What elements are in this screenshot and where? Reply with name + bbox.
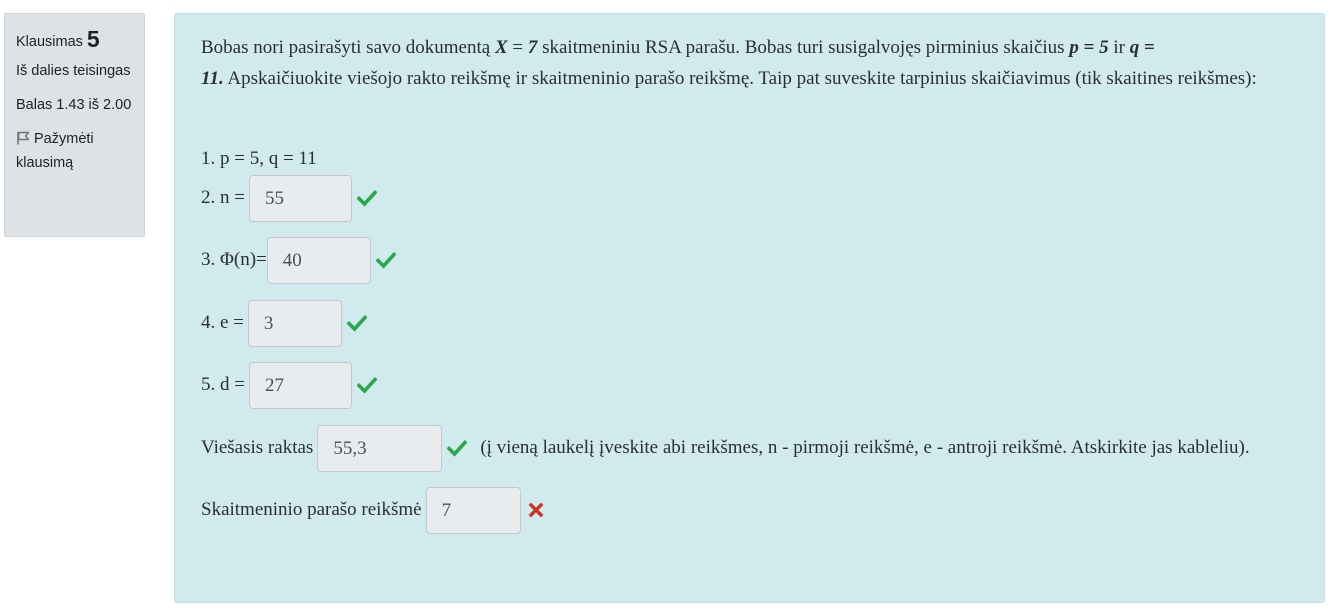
flag-question-link[interactable]: Pažymėti klausimą [16, 127, 134, 175]
question-number: 5 [86, 26, 100, 52]
question-text-part: Apskaičiuokite viešojo rakto reikšmę ir … [223, 68, 1257, 89]
question-grade: Balas 1.43 iš 2.00 [16, 97, 132, 113]
value-x: 7 [527, 37, 538, 58]
question-content: Bobas nori pasirašyti savo dokumentą X =… [174, 13, 1325, 603]
signature-answer-field[interactable]: 7 [425, 486, 521, 534]
step-2: 2. n = 55 [201, 174, 377, 222]
phi-answer-field[interactable]: 40 [266, 236, 371, 284]
correct-check-icon [356, 189, 377, 207]
variable-p: p [1069, 37, 1079, 58]
public-key-label: Viešasis raktas [201, 437, 314, 458]
public-key-answer-field[interactable]: 55,3 [317, 424, 443, 472]
correct-check-icon [356, 376, 377, 394]
variable-q: q [1129, 37, 1140, 58]
step-5: 5. d = 27 [201, 361, 377, 409]
question-text-part: Bobas nori pasirašyti savo dokumentą [201, 37, 495, 58]
step-4-label: 4. e = [201, 312, 244, 333]
equals-sign: = [1139, 37, 1155, 58]
flag-icon [16, 129, 30, 145]
step-2-label: 2. n = [201, 187, 245, 208]
step-5-label: 5. d = [201, 374, 245, 395]
step-3: 3. Φ(n)= 40 [201, 236, 396, 284]
signature-row: Skaitmeninio parašo reikšmė 7 [201, 486, 545, 534]
signature-label: Skaitmeninio parašo reikšmė [201, 499, 422, 520]
public-key-row: Viešasis raktas 55,3 (į vieną laukelį įv… [201, 424, 1250, 472]
public-key-hint: (į vieną laukelį įveskite abi reikšmes, … [480, 437, 1250, 458]
question-text: Bobas nori pasirašyti savo dokumentą X =… [201, 32, 1311, 94]
step-1-text: 1. p = 5, q = 11 [201, 148, 317, 169]
question-number-line: Klausimas 5 [16, 24, 134, 57]
equals-sign: = [1078, 37, 1100, 58]
correct-check-icon [375, 251, 396, 269]
question-state: Iš dalies teisingas [16, 63, 131, 79]
question-label: Klausimas [16, 34, 83, 50]
correct-check-icon [447, 439, 468, 457]
step-3-label: 3. Φ(n)= [201, 249, 267, 270]
question-text-part: skaitmeniniu RSA parašu. Bobas turi susi… [537, 37, 1070, 58]
step-4: 4. e = 3 [201, 299, 367, 347]
value-q: 11. [201, 68, 224, 89]
e-answer-field[interactable]: 3 [247, 299, 342, 347]
question-text-part: ir [1108, 37, 1130, 58]
variable-x: X [494, 37, 508, 58]
value-p: 5 [1099, 37, 1109, 58]
question-info-panel: Klausimas 5 Iš dalies teisingas Balas 1.… [4, 13, 145, 237]
incorrect-cross-icon [528, 502, 543, 518]
equals-sign: = [507, 37, 528, 58]
correct-check-icon [346, 314, 367, 332]
d-answer-field[interactable]: 27 [248, 361, 352, 409]
n-answer-field[interactable]: 55 [248, 174, 352, 222]
